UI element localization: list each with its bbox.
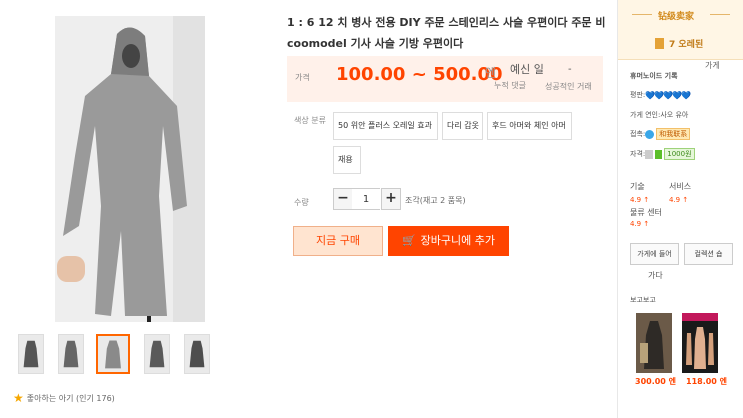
contact-row: 접촉: 和我联系 [630, 128, 691, 140]
go-link[interactable]: 가다 [648, 270, 663, 281]
shop-name: 7 오레된 [669, 40, 704, 50]
favorite-label: 좋아하는 아기 (인기 176) [26, 393, 115, 403]
buy-now-button[interactable]: 지금 구매 [293, 226, 383, 256]
account-age: 가게 연인:사오 유아 [630, 111, 689, 119]
badge-divider-left [632, 14, 652, 15]
qualification-label: 자격: [630, 150, 646, 158]
option-2[interactable]: 다리 갑옷 [442, 112, 483, 140]
shop-header: 钻级卖家 7 오레된 [618, 0, 743, 60]
review-count: 예신 일 [510, 63, 544, 76]
rating-label: 평판: [630, 91, 646, 99]
transaction-count: - [568, 64, 572, 75]
rating-row: 평판: 💙💙💙💙💙 [630, 90, 691, 100]
price-unit: 엔 [485, 66, 497, 80]
contact-label: 접촉: [630, 130, 646, 138]
thumbnail-1[interactable] [18, 334, 44, 374]
thumbnail-5[interactable] [184, 334, 210, 374]
option-3[interactable]: 후드 아머와 체인 아머 [487, 112, 572, 140]
score-logistics-value: 4.9 ↑ [630, 220, 650, 228]
price-label: 가격 [295, 73, 310, 82]
recommended-price-1: 300.00 엔 [635, 377, 677, 386]
recommended-price-2: 118.00 엔 [686, 377, 728, 386]
store-tag: 가게 [705, 61, 720, 70]
add-to-cart-button[interactable]: 🛒 장바구니에 추가 [388, 226, 509, 256]
quantity-plus-button[interactable]: + [381, 188, 401, 210]
recommended-image-2[interactable] [682, 313, 718, 373]
enter-store-button[interactable]: 가게에 들어 [630, 243, 679, 265]
seller-name[interactable]: 휴머노이드 기록 [630, 71, 678, 81]
recommended-title: 보고보고 [630, 296, 656, 304]
score-service-value: 4.9 ↑ [669, 196, 689, 204]
score-service-label: 서비스 [669, 182, 692, 191]
collect-store-button[interactable]: 컬렉션 숍 [684, 243, 733, 265]
product-title: 1 : 6 12 치 병사 전용 DIY 주문 스테인리스 사슬 우편이다 주문… [287, 16, 606, 50]
review-label: 누적 댓글 [494, 81, 526, 90]
contact-button[interactable]: 和我联系 [656, 128, 691, 140]
shop-icon [655, 38, 664, 49]
seller-level-badge: 钻级卖家 [658, 12, 695, 22]
favorite-link[interactable]: ★ 좋아하는 아기 (인기 176) [13, 391, 115, 405]
price-panel: 가격 100.00 ~ 500.00 엔 예신 일 누적 댓글 - 성공적인 거… [287, 56, 603, 102]
score-logistics-label: 물류 센터 [630, 208, 662, 217]
hearts-icon: 💙💙💙💙💙 [645, 90, 691, 100]
thumbnail-3[interactable] [96, 334, 130, 374]
thumbnail-2[interactable] [58, 334, 84, 374]
transaction-label: 성공적인 거래 [545, 82, 592, 91]
color-option-label: 색상 분류 [294, 116, 326, 125]
quantity-label: 수량 [294, 198, 309, 207]
deposit-icon [655, 149, 663, 159]
score-tech-label: 기술 [630, 182, 645, 191]
thumbnail-4[interactable] [144, 334, 170, 374]
person-icon [645, 149, 654, 159]
deposit-badge: 1000원 [664, 148, 695, 160]
star-icon: ★ [13, 391, 24, 405]
add-to-cart-label: 장바구니에 추가 [420, 234, 496, 247]
product-main-image [55, 16, 205, 322]
option-1[interactable]: 50 위안 플러스 오레일 효과 [333, 112, 438, 140]
shop-name-link[interactable]: 7 오레된 [655, 37, 703, 50]
recommended-image-1[interactable] [636, 313, 672, 373]
cart-icon: 🛒 [401, 234, 416, 247]
option-4[interactable]: 재용 [333, 146, 361, 174]
price-value: 100.00 ~ 500.00 [336, 64, 503, 85]
stock-info: 조각(재고 2 품목) [405, 196, 466, 205]
score-tech-value: 4.9 ↑ [630, 196, 650, 204]
badge-divider-right [710, 14, 730, 15]
qualification-row: 자격: 1000원 [630, 148, 695, 160]
shop-sidebar: 钻级卖家 7 오레된 가게 휴머노이드 기록 평판: 💙💙💙💙💙 가게 연인:사… [617, 0, 743, 418]
quantity-input[interactable] [352, 188, 380, 210]
thumbnail-strip [16, 334, 226, 374]
quantity-minus-button[interactable]: − [333, 188, 353, 210]
chat-icon [645, 129, 655, 139]
